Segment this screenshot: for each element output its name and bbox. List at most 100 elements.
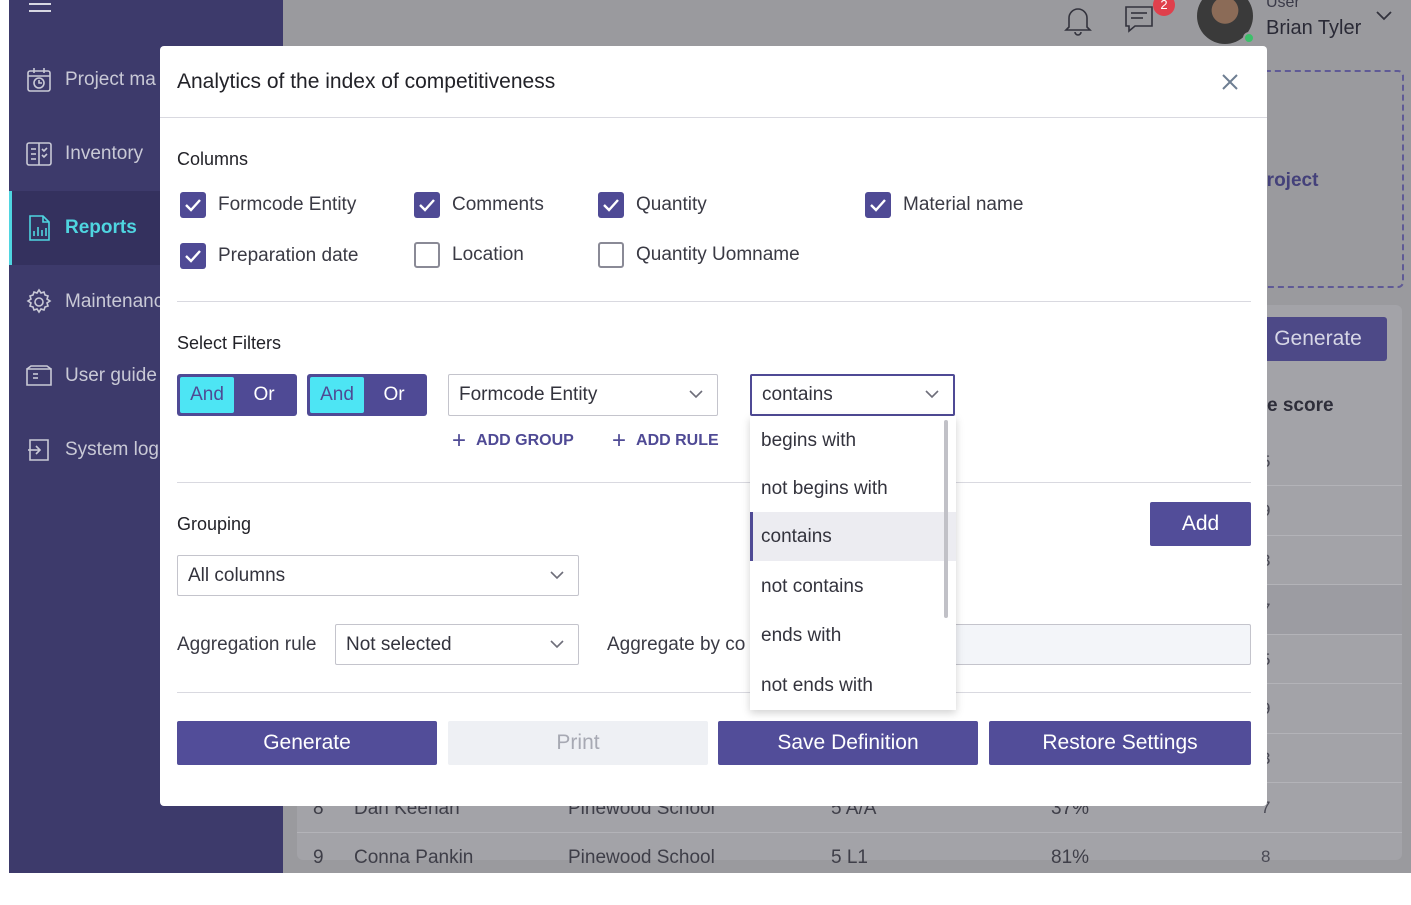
checkbox-label: Material name xyxy=(903,194,1024,215)
checkbox-checked-icon[interactable] xyxy=(598,192,624,218)
checkbox-unchecked-icon[interactable] xyxy=(598,242,624,268)
column-checkbox-quantity[interactable]: Quantity xyxy=(598,192,707,218)
score-cell: 8 xyxy=(1261,847,1271,866)
report-chart-icon xyxy=(25,214,53,242)
grouping-section-label: Grouping xyxy=(177,514,252,534)
add-group-label: ADD GROUP xyxy=(476,432,574,449)
checkbox-label: Preparation date xyxy=(218,245,359,266)
user-name[interactable]: Brian Tyler xyxy=(1266,17,1361,40)
checkbox-unchecked-icon[interactable] xyxy=(414,242,440,268)
aggregate-by-input[interactable] xyxy=(940,624,1251,665)
chevron-down-icon xyxy=(925,390,939,399)
index-cell: 9 xyxy=(313,847,324,868)
restore-settings-button[interactable]: Restore Settings xyxy=(989,721,1251,765)
aggregate-by-label: Aggregate by co xyxy=(607,634,746,655)
background-generate-button: Generate xyxy=(1249,317,1387,361)
field-select[interactable]: Formcode Entity xyxy=(448,374,718,416)
and-or-toggle-rule[interactable]: And Or xyxy=(307,374,427,416)
sidebar-item-label: Maintenanc xyxy=(65,291,164,312)
and-toggle[interactable]: And xyxy=(180,377,234,413)
sidebar-item-label: System log xyxy=(65,439,159,460)
checkbox-label: Quantity Uomname xyxy=(636,244,800,265)
add-rule-button[interactable]: + ADD RULE xyxy=(612,427,719,455)
chevron-down-icon xyxy=(550,639,564,648)
column-checkbox-preparation-date[interactable]: Preparation date xyxy=(180,243,359,269)
dropdown-option[interactable]: not begins with xyxy=(750,464,956,513)
operator-select-value: contains xyxy=(762,384,833,405)
chevron-down-icon xyxy=(689,390,703,399)
score-column-header: e score xyxy=(1267,395,1334,416)
plus-icon: + xyxy=(452,427,467,454)
column-checkbox-quantity-uomname[interactable]: Quantity Uomname xyxy=(598,242,800,268)
analytics-modal: Analytics of the index of competitivenes… xyxy=(160,46,1267,806)
checkbox-label: Quantity xyxy=(636,194,707,215)
dropdown-option[interactable]: begins with xyxy=(750,416,956,465)
operator-select[interactable]: contains xyxy=(750,374,955,416)
message-icon[interactable] xyxy=(1123,4,1155,34)
columns-section-label: Columns xyxy=(177,149,249,169)
chevron-down-icon xyxy=(550,570,564,579)
checklist-icon xyxy=(25,140,53,168)
divider xyxy=(177,482,1251,483)
checkbox-label: Formcode Entity xyxy=(218,194,357,215)
bell-icon[interactable] xyxy=(1063,4,1093,36)
checkbox-label: Comments xyxy=(452,194,544,215)
top-header: 2 User Brian Tyler xyxy=(283,0,1411,46)
logout-icon xyxy=(25,436,53,464)
or-toggle[interactable]: Or xyxy=(234,384,294,406)
checkbox-checked-icon[interactable] xyxy=(865,192,891,218)
sidebar-item-label: Inventory xyxy=(65,143,144,164)
and-toggle[interactable]: And xyxy=(310,377,364,413)
calendar-icon xyxy=(25,66,53,94)
gear-icon xyxy=(25,288,53,316)
plus-icon: + xyxy=(612,427,627,454)
online-status-dot xyxy=(1243,32,1255,44)
close-icon[interactable] xyxy=(1218,70,1242,94)
grouping-select-value: All columns xyxy=(188,564,286,586)
aggregation-rule-label: Aggregation rule xyxy=(177,634,317,655)
class-cell: 5 L1 xyxy=(831,847,868,868)
dropdown-option[interactable]: ends with xyxy=(750,611,956,660)
divider xyxy=(160,117,1267,118)
modal-title: Analytics of the index of competitivenes… xyxy=(177,70,556,93)
add-rule-label: ADD RULE xyxy=(636,432,719,449)
column-checkbox-comments[interactable]: Comments xyxy=(414,192,544,218)
grouping-select[interactable]: All columns xyxy=(177,555,579,596)
chevron-down-icon[interactable] xyxy=(1375,10,1393,22)
divider xyxy=(177,301,1251,302)
percent-cell: 81% xyxy=(1051,847,1090,868)
add-group-button[interactable]: + ADD GROUP xyxy=(452,427,574,455)
field-select-value: Formcode Entity xyxy=(459,384,598,405)
aggregation-select-value: Not selected xyxy=(346,633,452,655)
or-toggle[interactable]: Or xyxy=(364,384,424,406)
print-button[interactable]: Print xyxy=(448,721,708,765)
filters-section-label: Select Filters xyxy=(177,333,282,353)
checkbox-label: Location xyxy=(452,244,524,265)
divider xyxy=(177,692,1251,693)
column-checkbox-formcode-entity[interactable]: Formcode Entity xyxy=(180,192,356,218)
save-definition-button[interactable]: Save Definition xyxy=(718,721,978,765)
school-cell: Pinewood School xyxy=(568,847,715,868)
operator-dropdown-menu: begins with not begins with contains not… xyxy=(750,416,956,710)
checkbox-checked-icon[interactable] xyxy=(180,192,206,218)
generate-button[interactable]: Generate xyxy=(177,721,437,765)
aggregation-rule-select[interactable]: Not selected xyxy=(335,624,579,665)
dropdown-option[interactable]: not ends with xyxy=(750,661,956,710)
and-or-toggle-group[interactable]: And Or xyxy=(177,374,297,416)
column-checkbox-material-name[interactable]: Material name xyxy=(865,192,1023,218)
sidebar-item-label: Project ma xyxy=(65,69,156,90)
name-cell: Conna Pankin xyxy=(354,847,474,868)
dropdown-option[interactable]: not contains xyxy=(750,562,956,611)
user-role: User xyxy=(1266,0,1300,11)
dropdown-option-selected[interactable]: contains xyxy=(750,512,956,561)
dropdown-scrollbar[interactable] xyxy=(944,420,948,618)
sidebar-item-label: Reports xyxy=(65,217,137,238)
sidebar-item-label: User guide xyxy=(65,365,157,386)
notification-badge: 2 xyxy=(1153,0,1175,16)
hamburger-menu-icon[interactable] xyxy=(29,0,51,14)
checkbox-checked-icon[interactable] xyxy=(414,192,440,218)
book-icon xyxy=(25,362,53,390)
column-checkbox-location[interactable]: Location xyxy=(414,242,524,268)
checkbox-checked-icon[interactable] xyxy=(180,243,206,269)
add-button[interactable]: Add xyxy=(1150,502,1251,546)
